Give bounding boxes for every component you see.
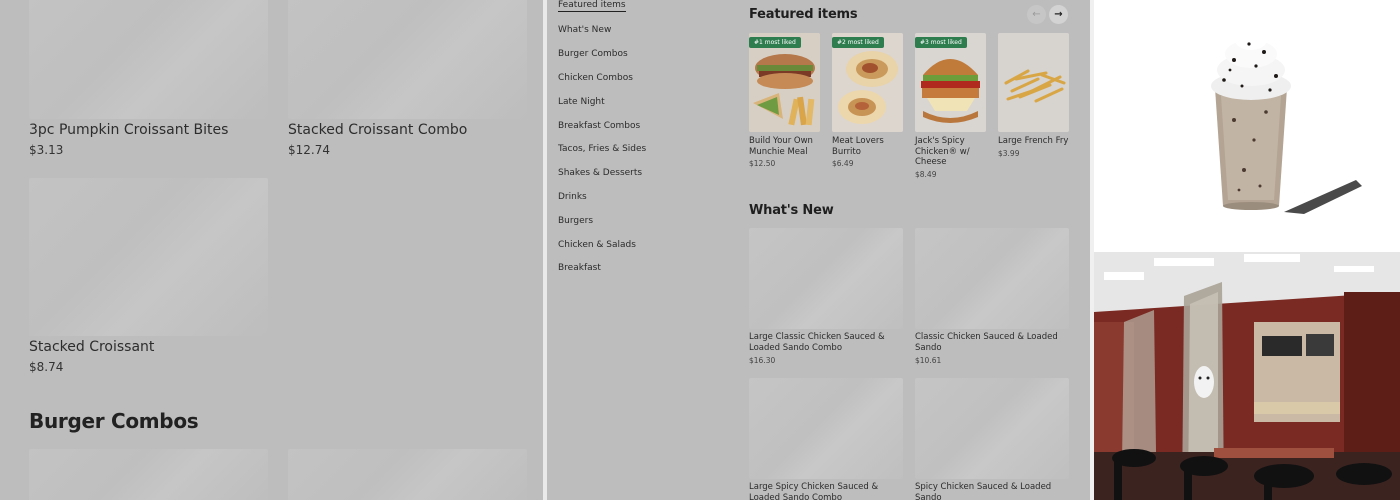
menu-item-image[interactable] <box>29 0 268 119</box>
most-liked-badge: #2 most liked <box>832 37 884 48</box>
featured-item-name: Large French Fry <box>998 136 1069 146</box>
menu-item-image[interactable] <box>288 449 527 500</box>
whats-new-section-title: What's New <box>749 203 834 218</box>
menu-item-image[interactable] <box>29 449 268 500</box>
section-heading: Burger Combos <box>29 409 199 433</box>
featured-item-name: Build Your Own Munchie Meal <box>749 136 813 157</box>
featured-item-price: $6.49 <box>832 159 854 168</box>
featured-item-price: $8.49 <box>915 169 937 179</box>
nav-item-whats-new[interactable]: What's New <box>558 25 611 35</box>
menu-item-name: Large Classic Chicken Sauced & Loaded Sa… <box>749 332 885 353</box>
featured-item-image[interactable]: #1 most liked <box>749 33 820 132</box>
menu-item-card[interactable]: Spicy Chicken Sauced & Loaded Sando <box>915 378 1069 500</box>
carousel-next-button[interactable]: → <box>1049 5 1068 24</box>
menu-item-image[interactable] <box>915 228 1069 329</box>
nav-item-tacos-fries-sides[interactable]: Tacos, Fries & Sides <box>558 144 646 154</box>
middle-menu-pane: Featured items What's New Burger Combos … <box>547 0 1090 500</box>
restaurant-interior-photo-panel <box>1094 252 1400 500</box>
nav-item-late-night[interactable]: Late Night <box>558 97 605 107</box>
featured-section-title: Featured items <box>749 7 858 22</box>
french-fries-photo <box>998 33 1069 132</box>
carousel-prev-button[interactable]: ← <box>1027 5 1046 24</box>
featured-item-card[interactable]: #3 most liked Jack's Spicy Chicken® w/ C… <box>915 33 986 179</box>
featured-item-image[interactable]: #2 most liked <box>832 33 903 132</box>
featured-item-image[interactable]: #3 most liked <box>915 33 986 132</box>
most-liked-badge: #3 most liked <box>915 37 967 48</box>
featured-item-card[interactable]: #2 most liked Meat Lovers Burrito $6.49 <box>832 33 903 168</box>
featured-item-price: $3.99 <box>998 148 1020 158</box>
featured-item-name: Jack's Spicy Chicken® w/ Cheese <box>915 136 970 167</box>
nav-item-shakes-desserts[interactable]: Shakes & Desserts <box>558 168 642 178</box>
menu-item-card[interactable]: Classic Chicken Sauced & Loaded Sando $1… <box>915 228 1069 365</box>
arrow-right-icon: → <box>1054 9 1063 20</box>
featured-item-name: Meat Lovers Burrito <box>832 136 884 157</box>
nav-item-burger-combos[interactable]: Burger Combos <box>558 49 628 59</box>
featured-item-card[interactable]: #1 most liked Build Your Own Munchie Mea… <box>749 33 820 168</box>
arrow-left-icon: ← <box>1032 9 1041 20</box>
menu-item-name[interactable]: Stacked Croissant Combo <box>288 122 467 138</box>
nav-item-breakfast-combos[interactable]: Breakfast Combos <box>558 121 640 131</box>
nav-item-drinks[interactable]: Drinks <box>558 192 587 202</box>
menu-item-image[interactable] <box>915 378 1069 479</box>
nav-item-burgers[interactable]: Burgers <box>558 216 593 226</box>
menu-item-price: $12.74 <box>288 143 330 157</box>
menu-item-image[interactable] <box>29 178 268 336</box>
menu-item-name[interactable]: Stacked Croissant <box>29 339 154 355</box>
nav-item-chicken-salads[interactable]: Chicken & Salads <box>558 240 636 250</box>
screenshot-root: 3pc Pumpkin Croissant Bites $3.13 Stacke… <box>0 0 1400 500</box>
featured-item-price: $12.50 <box>749 159 776 168</box>
menu-item-price: $3.13 <box>29 143 64 157</box>
nav-item-breakfast[interactable]: Breakfast <box>558 263 601 273</box>
menu-item-image[interactable] <box>749 378 903 479</box>
menu-item-name: Spicy Chicken Sauced & Loaded Sando <box>915 482 1052 500</box>
menu-item-price: $8.74 <box>29 360 64 374</box>
menu-item-image[interactable] <box>288 0 527 119</box>
featured-item-image[interactable] <box>998 33 1069 132</box>
nav-item-featured-items[interactable]: Featured items <box>558 0 626 12</box>
menu-item-name: Classic Chicken Sauced & Loaded Sando <box>915 332 1058 353</box>
menu-item-name: Large Spicy Chicken Sauced & Loaded Sand… <box>749 482 879 500</box>
menu-item-price: $10.61 <box>915 356 942 365</box>
menu-item-card[interactable]: Large Classic Chicken Sauced & Loaded Sa… <box>749 228 903 365</box>
left-menu-pane: 3pc Pumpkin Croissant Bites $3.13 Stacke… <box>0 0 543 500</box>
featured-item-card[interactable]: Large French Fry $3.99 <box>998 33 1069 158</box>
most-liked-badge: #1 most liked <box>749 37 801 48</box>
menu-item-name[interactable]: 3pc Pumpkin Croissant Bites <box>29 122 228 138</box>
nav-item-chicken-combos[interactable]: Chicken Combos <box>558 73 633 83</box>
menu-item-image[interactable] <box>749 228 903 329</box>
oreo-shake-image <box>1094 0 1400 252</box>
milkshake-photo-panel <box>1094 0 1400 252</box>
menu-item-price: $16.30 <box>749 356 776 365</box>
restaurant-interior-image <box>1094 252 1400 500</box>
menu-item-card[interactable]: Large Spicy Chicken Sauced & Loaded Sand… <box>749 378 903 500</box>
